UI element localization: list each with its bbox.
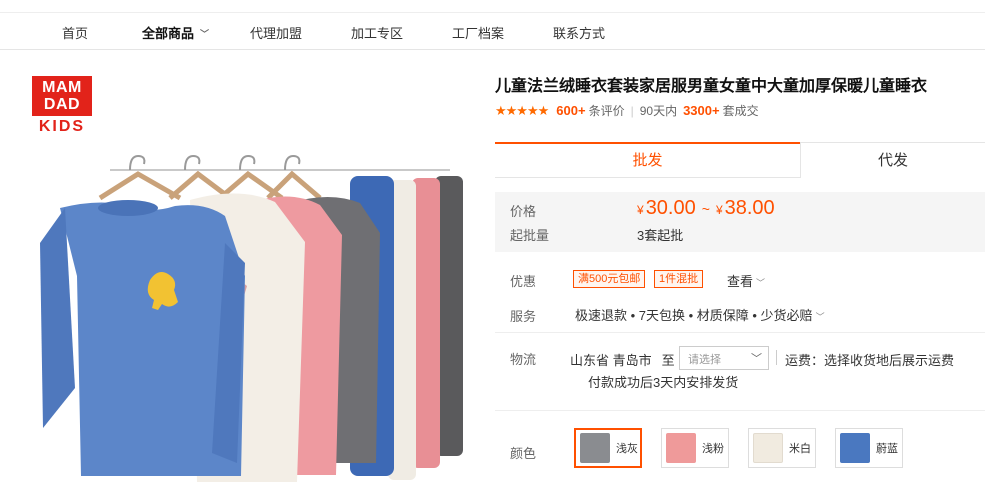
- review-suffix: 条评价: [588, 104, 625, 118]
- logo-line1: MAM: [42, 79, 82, 96]
- nav-all-products[interactable]: 全部商品 ﹀: [142, 23, 209, 42]
- brand-logo: MAM DAD KIDS: [32, 76, 92, 136]
- deal-period: 90天内: [639, 104, 678, 118]
- divider: [495, 332, 985, 333]
- to-text: 至: [661, 353, 675, 368]
- swatch-label: 米白: [789, 443, 811, 455]
- price-low: 30.00: [645, 197, 696, 219]
- logistics-origin: 山东省 青岛市至: [570, 350, 675, 369]
- moq-label: 起批量: [510, 228, 550, 243]
- service-label: 服务: [510, 309, 537, 324]
- rating-stars-icon: ★★★★★: [495, 102, 549, 118]
- view-promo-button[interactable]: 查看 ﹀: [727, 271, 765, 290]
- moq-value: 3套起批: [637, 228, 684, 243]
- rating-row: ★★★★★ 600+ 条评价 | 90天内 3300+ 套成交: [495, 102, 759, 119]
- view-promo-label: 查看: [727, 274, 754, 289]
- chevron-down-icon: ﹀: [756, 278, 766, 288]
- product-title: 儿童法兰绒睡衣套装家居服男童女童中大童加厚保暖儿童睡衣: [495, 78, 928, 95]
- currency-symbol-2: ¥: [715, 203, 723, 217]
- divider: |: [630, 103, 634, 118]
- service-list[interactable]: 极速退款 • 7天包换 • 材质保障 • 少货必赔 ﹀: [575, 305, 825, 324]
- swatch-thumbnail: [580, 433, 610, 463]
- dispatch-text: 付款成功后3天内安排发货: [588, 375, 739, 390]
- nav-factory[interactable]: 工厂档案: [452, 23, 504, 42]
- color-option-light-gray[interactable]: 浅灰: [574, 428, 642, 468]
- tab-wholesale[interactable]: 批发: [495, 142, 800, 178]
- deal-count: 3300+: [683, 103, 720, 118]
- chevron-down-icon: ﹀: [200, 29, 210, 39]
- price-separator: ~: [701, 201, 710, 217]
- nav-agency[interactable]: 代理加盟: [250, 23, 302, 42]
- price-range: ¥30.00 ~ ¥38.00: [637, 197, 775, 220]
- swatch-label: 蔚蓝: [876, 443, 898, 455]
- color-option-beige[interactable]: 米白: [748, 428, 816, 468]
- promo-tag-mixed-batch: 1件混批: [654, 270, 704, 288]
- color-option-light-pink[interactable]: 浅粉: [661, 428, 729, 468]
- swatch-thumbnail: [840, 433, 870, 463]
- top-navigation: 首页 全部商品 ﹀ 代理加盟 加工专区 工厂档案 联系方式: [0, 12, 985, 50]
- origin-text: 山东省 青岛市: [570, 353, 652, 368]
- review-count[interactable]: 600+: [556, 103, 585, 118]
- price-high: 38.00: [724, 197, 775, 219]
- price-panel: 价格 ¥30.00 ~ ¥38.00 起批量 3套起批: [495, 192, 985, 252]
- nav-all-products-label: 全部商品: [142, 26, 195, 41]
- swatch-label: 浅粉: [702, 443, 724, 455]
- nav-home[interactable]: 首页: [62, 23, 88, 42]
- nav-processing[interactable]: 加工专区: [351, 23, 403, 42]
- destination-placeholder: 请选择: [688, 354, 721, 366]
- logo-box: MAM DAD: [32, 76, 92, 116]
- shipping-fee-text: 运费：选择收货地后展示运费: [785, 353, 955, 368]
- currency-symbol: ¥: [637, 203, 644, 217]
- swatch-thumbnail: [753, 433, 783, 463]
- destination-select[interactable]: 请选择 ﹀: [679, 346, 769, 370]
- logistics-label: 物流: [510, 352, 537, 367]
- purchase-tabs: 批发 代发: [495, 142, 985, 178]
- nav-contact[interactable]: 联系方式: [553, 23, 605, 42]
- price-label: 价格: [510, 204, 537, 219]
- tab-dropship[interactable]: 代发: [800, 142, 985, 178]
- divider: [776, 350, 777, 365]
- service-text: 极速退款 • 7天包换 • 材质保障 • 少货必赔: [575, 308, 813, 323]
- promo-tag-free-shipping: 满500元包邮: [573, 270, 646, 288]
- swatch-label: 浅灰: [616, 443, 638, 455]
- promo-label: 优惠: [510, 274, 537, 289]
- deal-suffix: 套成交: [722, 104, 759, 118]
- swatch-thumbnail: [666, 433, 696, 463]
- chevron-down-icon: ﹀: [751, 353, 762, 365]
- logo-kids: KIDS: [38, 118, 86, 135]
- divider: [495, 410, 985, 411]
- color-label: 颜色: [510, 446, 537, 461]
- chevron-down-icon: ﹀: [815, 312, 825, 322]
- product-main-image[interactable]: MAM DAD KIDS: [20, 58, 470, 489]
- logo-line2: DAD: [43, 96, 81, 113]
- color-option-azure[interactable]: 蔚蓝: [835, 428, 903, 468]
